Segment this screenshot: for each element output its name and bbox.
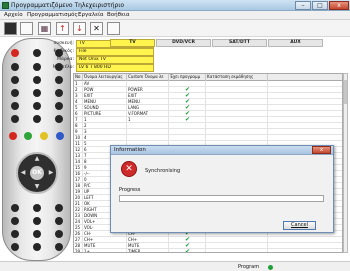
toolbar-minus-button[interactable] — [20, 22, 33, 35]
remote-power-key[interactable] — [11, 49, 19, 57]
remote-key-0[interactable] — [33, 115, 41, 123]
column-function-name[interactable]: Όνομα λειτουργίας — [83, 74, 127, 81]
remote-key[interactable] — [55, 217, 63, 225]
menu-help[interactable]: Βοήθεια — [107, 12, 129, 18]
column-custom-name[interactable]: Custom Όνομα λε — [127, 74, 169, 81]
remote-key[interactable] — [33, 204, 41, 212]
remote-dpad: ▲ ▼ ◀ ▶ OK — [16, 152, 58, 194]
dpad-right-icon[interactable]: ▶ — [47, 169, 55, 177]
remote-key[interactable] — [11, 204, 19, 212]
remote-key-2[interactable] — [33, 76, 41, 84]
remote-key[interactable] — [11, 243, 19, 251]
close-button[interactable]: x — [329, 1, 349, 10]
dialog-message: Synchronising — [145, 168, 181, 174]
remote-key-5[interactable] — [33, 89, 41, 97]
window-title: Προγραμματιζόμενο Τηλεχειριστήριο — [11, 2, 125, 9]
checkmark-icon: ✔ — [184, 248, 191, 253]
device-label: συσκευή: — [53, 41, 74, 46]
toolbar-remote-button[interactable] — [4, 22, 17, 35]
menu-tools[interactable]: Εργαλεία — [78, 12, 104, 18]
cancel-button[interactable]: Cancel — [283, 221, 316, 230]
progress-bar — [119, 195, 324, 202]
column-no[interactable]: No — [74, 74, 83, 81]
remote-key-3[interactable] — [55, 76, 63, 84]
app-icon — [2, 2, 9, 9]
table-header: No Όνομα λειτουργίας Custom Όνομα λε Έχε… — [74, 74, 342, 81]
cell-learning-status — [206, 249, 268, 252]
remote-key-6[interactable] — [55, 89, 63, 97]
remote-ok-key[interactable]: OK — [30, 166, 44, 180]
arrow-down-icon: ↓ — [76, 24, 83, 33]
cell-function-name: 1+ — [83, 249, 127, 252]
dpad-up-icon[interactable]: ▲ — [33, 155, 41, 163]
scrollbar-thumb[interactable] — [344, 80, 347, 104]
remote-key[interactable] — [55, 115, 63, 123]
dialog-title-bar: Information x — [111, 146, 333, 155]
toolbar-download-button[interactable]: ↓ — [73, 22, 86, 35]
model-label: Μοντέλο: — [52, 65, 74, 70]
remote-key[interactable] — [11, 63, 19, 71]
status-bar: Program — [0, 261, 350, 271]
error-icon: ✕ — [121, 161, 137, 177]
remote-key-9[interactable] — [55, 102, 63, 110]
remote-key[interactable] — [55, 204, 63, 212]
dpad-down-icon[interactable]: ▼ — [33, 183, 41, 191]
remote-control: ▲ ▼ ◀ ▶ OK — [2, 38, 71, 261]
tab-aux[interactable]: AUX — [268, 39, 323, 47]
remote-key[interactable] — [33, 230, 41, 238]
code-value: File — [76, 48, 154, 56]
remote-key[interactable] — [11, 230, 19, 238]
toolbar-device-button[interactable]: ▦ — [38, 22, 51, 35]
device-icon: ▦ — [40, 24, 49, 33]
cell-custom-name[interactable]: TIMER — [127, 249, 169, 252]
status-text: Program — [238, 264, 260, 270]
vertical-scrollbar[interactable] — [343, 73, 348, 253]
menu-programming[interactable]: Προγραμματισμός — [27, 12, 78, 18]
remote-key[interactable] — [11, 217, 19, 225]
remote-key-4[interactable] — [11, 89, 19, 97]
tab-dvd-vcr[interactable]: DVD/VCR — [156, 39, 211, 47]
remote-key-1[interactable] — [11, 76, 19, 84]
remote-key-7[interactable] — [11, 102, 19, 110]
cell-no: 29 — [74, 249, 83, 252]
table-row[interactable]: 29 1+ TIMER ✔ — [74, 248, 342, 253]
toolbar-grey-button[interactable] — [107, 22, 120, 35]
brand-value: Net Onix TV — [76, 56, 154, 64]
remote-green-key[interactable] — [24, 132, 32, 140]
minimize-button[interactable]: – — [295, 1, 311, 10]
column-programmed[interactable]: Έχει προγραμμ — [169, 74, 206, 81]
model-value: LV 6 T 800 HD — [76, 64, 154, 72]
status-indicator-icon — [268, 265, 273, 270]
brand-label: Μάρκα: — [57, 57, 74, 62]
remote-key[interactable] — [33, 243, 41, 251]
column-learning-status[interactable]: Κατάσταση εκμάθησης — [206, 74, 268, 81]
maximize-button[interactable]: □ — [312, 1, 328, 10]
delete-icon: ✕ — [93, 24, 100, 33]
toolbar-upload-button[interactable]: ↑ — [56, 22, 69, 35]
toolbar: ▦ ↑ ↓ ✕ — [0, 20, 350, 37]
remote-yellow-key[interactable] — [40, 132, 48, 140]
remote-blue-key[interactable] — [56, 132, 64, 140]
arrow-up-icon: ↑ — [59, 24, 66, 33]
remote-key-8[interactable] — [33, 102, 41, 110]
tab-sat-dtt[interactable]: SAT/DTT — [212, 39, 267, 47]
remote-key[interactable] — [55, 230, 63, 238]
menu-file[interactable]: Αρχείο — [4, 12, 23, 18]
title-bar: Προγραμματιζόμενο Τηλεχειριστήριο – □ x — [0, 0, 350, 11]
code-label: Κωδικός: — [53, 49, 74, 54]
dialog-close-button[interactable]: x — [312, 146, 331, 154]
dialog-title: Information — [114, 147, 146, 153]
toolbar-delete-button[interactable]: ✕ — [90, 22, 103, 35]
dpad-left-icon[interactable]: ◀ — [19, 169, 27, 177]
progress-label: Progress — [119, 187, 141, 193]
tab-tv[interactable]: TV — [110, 39, 155, 47]
remote-key[interactable] — [55, 243, 63, 251]
information-dialog: Information x ✕ Synchronising Progress C… — [110, 145, 334, 233]
remote-key[interactable] — [33, 217, 41, 225]
menu-bar: Αρχείο Προγραμματισμός Εργαλεία Βοήθεια — [0, 11, 350, 20]
remote-red-key[interactable] — [9, 132, 17, 140]
remote-key[interactable] — [11, 115, 19, 123]
